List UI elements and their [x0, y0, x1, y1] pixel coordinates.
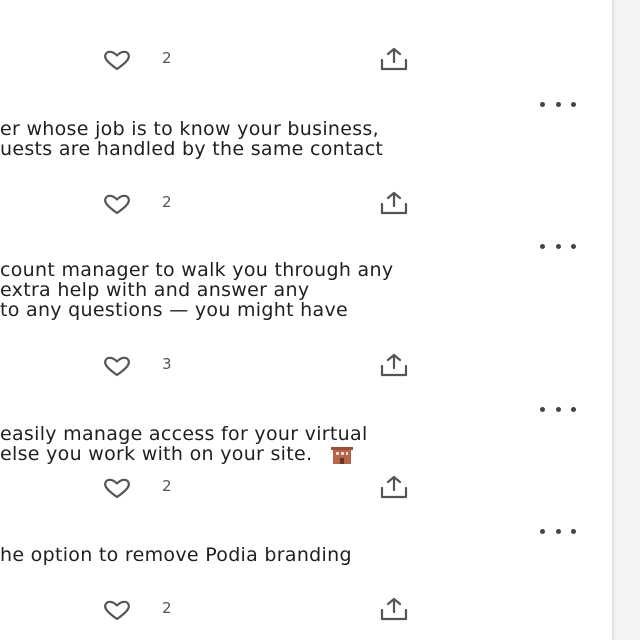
like-count: 2: [162, 599, 172, 617]
more-options-icon[interactable]: [540, 526, 576, 536]
post-line: count manager to walk you through any: [0, 259, 394, 281]
heart-icon[interactable]: [102, 598, 132, 622]
post-body: he option to remove Podia branding: [0, 545, 352, 565]
office-building-emoji: [330, 446, 353, 464]
heart-icon[interactable]: [102, 192, 132, 216]
post-line: uests are handled by the same contact: [0, 138, 384, 160]
more-options-icon[interactable]: [540, 241, 576, 251]
post-actions: 2: [0, 44, 612, 74]
share-icon[interactable]: [377, 474, 411, 500]
post-feed: 2 er whose job is to know your business,…: [0, 0, 612, 640]
heart-icon[interactable]: [102, 476, 132, 500]
share-icon[interactable]: [377, 352, 411, 378]
like-count: 2: [162, 193, 172, 211]
post-actions: 2: [0, 594, 612, 624]
more-options-icon[interactable]: [540, 99, 576, 109]
post-actions: 3: [0, 350, 612, 380]
post-line-with-emoji: else you work with on your site.: [0, 444, 368, 464]
post-line: he option to remove Podia branding: [0, 544, 352, 566]
share-icon[interactable]: [377, 190, 411, 216]
post-actions: 2: [0, 188, 612, 218]
more-options-icon[interactable]: [540, 404, 576, 414]
post-body: count manager to walk you through any ex…: [0, 260, 393, 320]
post-line: to any questions — you might have: [0, 299, 348, 321]
post-line: extra help with and answer any: [0, 279, 310, 301]
post-body: er whose job is to know your business, u…: [0, 119, 383, 159]
like-count: 3: [162, 355, 172, 373]
post-actions: 2: [0, 472, 612, 502]
post-body: easily manage access for your virtual el…: [0, 424, 368, 464]
post-line: else you work with on your site.: [0, 443, 313, 465]
post-line: easily manage access for your virtual: [0, 423, 368, 445]
post-line: er whose job is to know your business,: [0, 118, 379, 140]
share-icon[interactable]: [377, 46, 411, 72]
heart-icon[interactable]: [102, 48, 132, 72]
like-count: 2: [162, 477, 172, 495]
page-gutter: [614, 0, 640, 640]
heart-icon[interactable]: [102, 354, 132, 378]
share-icon[interactable]: [377, 596, 411, 622]
like-count: 2: [162, 49, 172, 67]
